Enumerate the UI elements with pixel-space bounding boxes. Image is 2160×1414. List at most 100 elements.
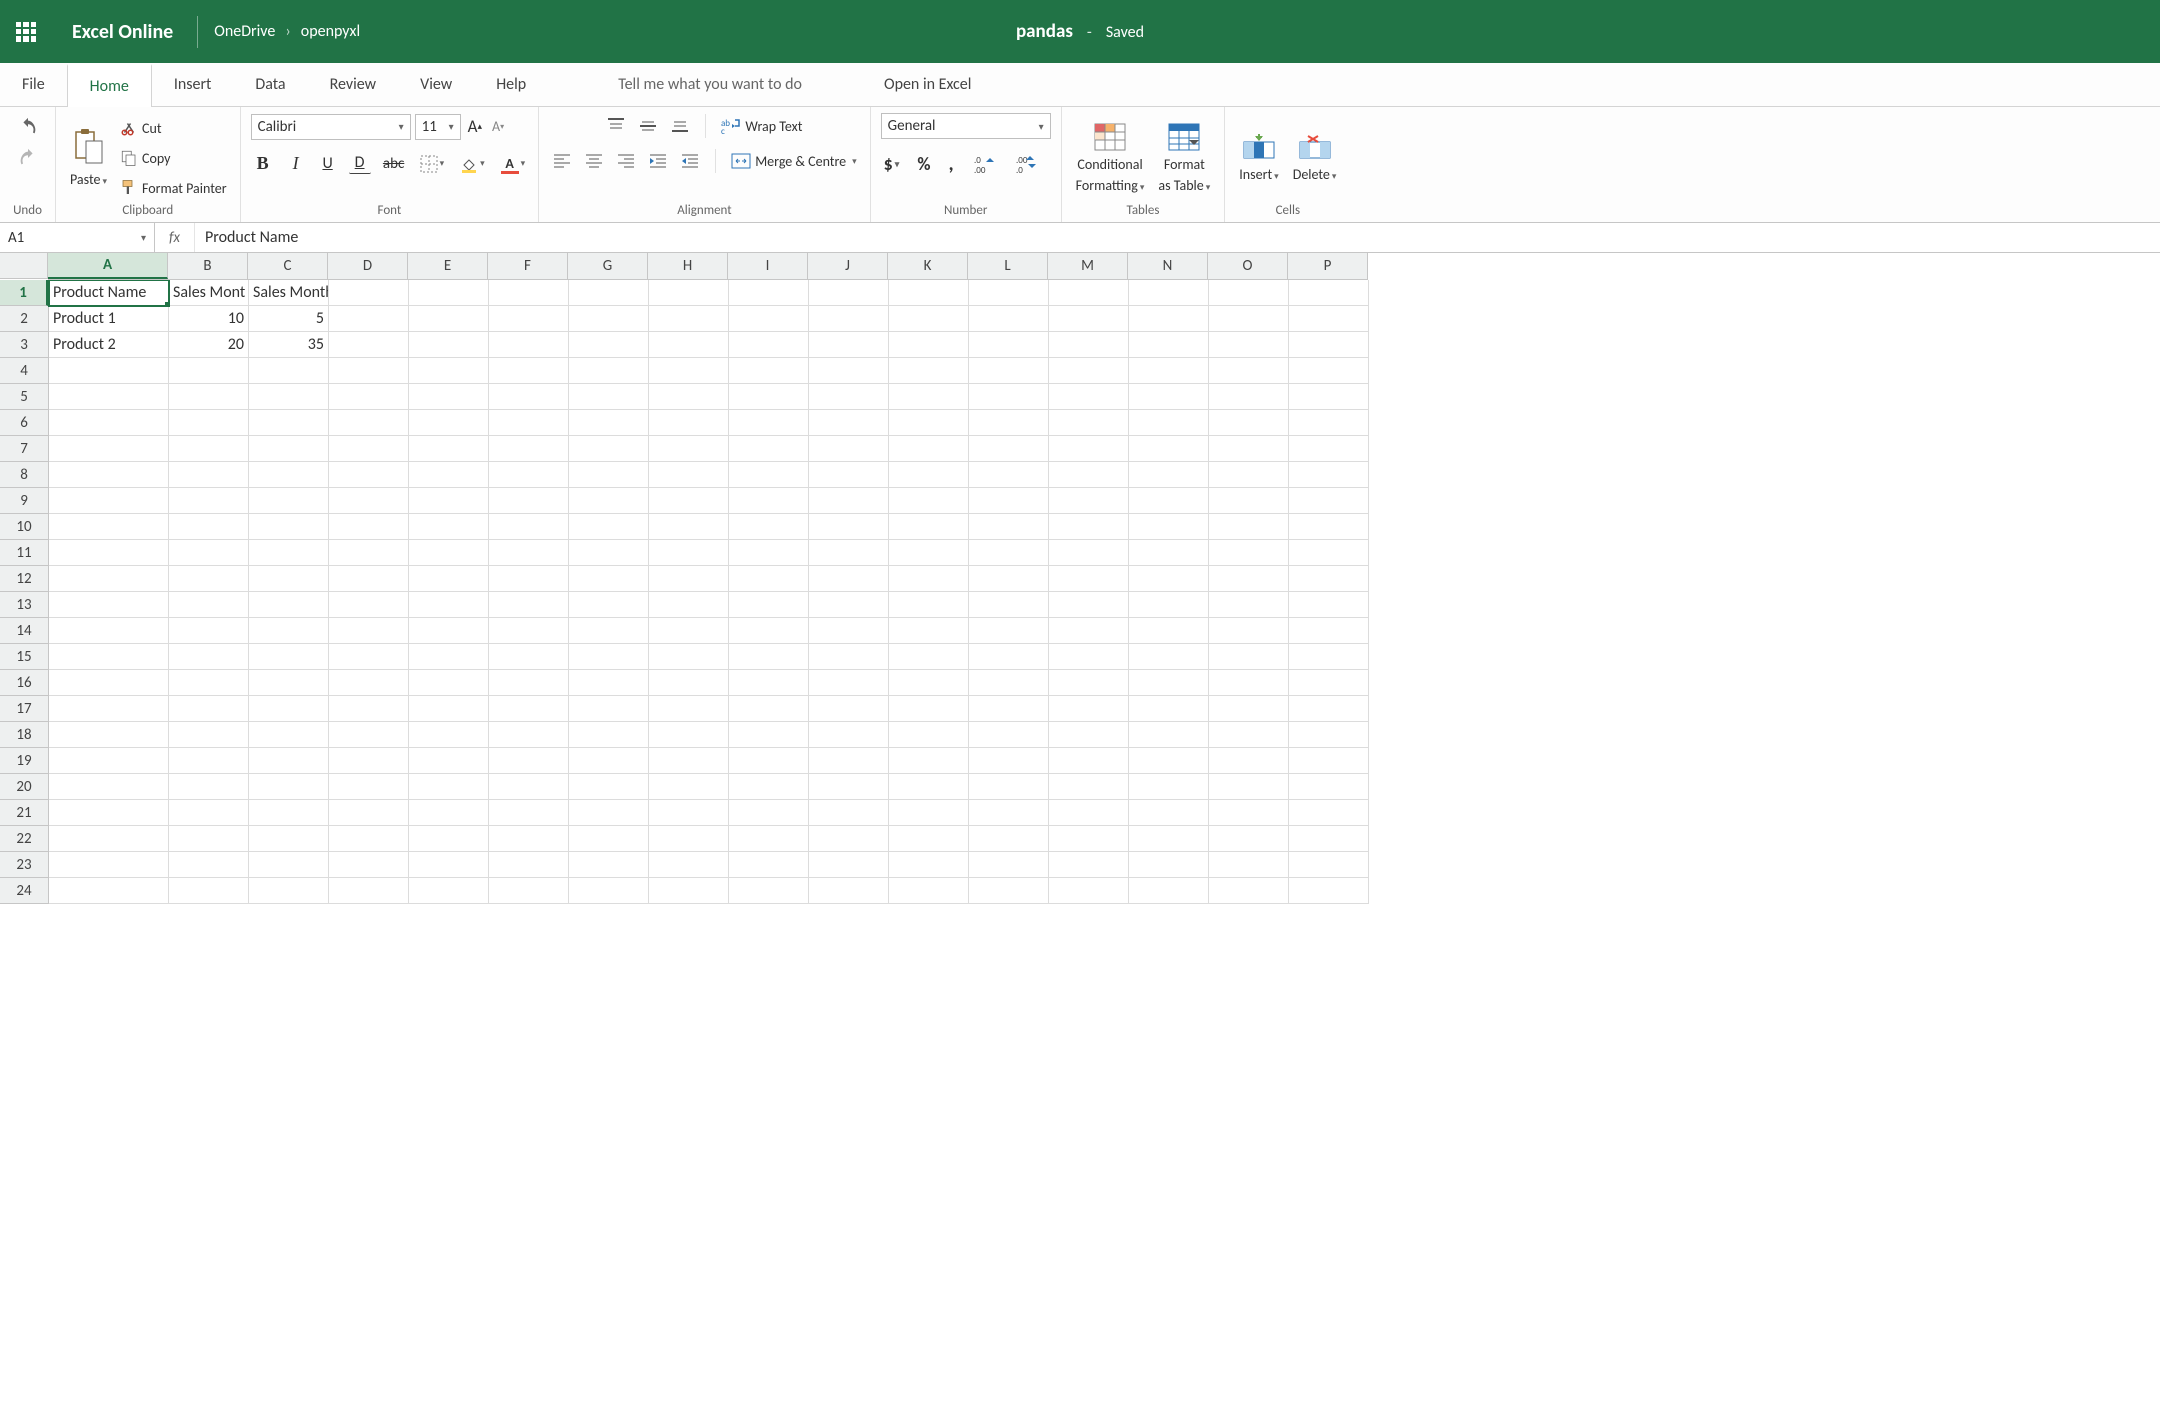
cell-N16[interactable]	[1129, 670, 1209, 696]
cell-M14[interactable]	[1049, 618, 1129, 644]
cell-D6[interactable]	[329, 410, 409, 436]
cell-O21[interactable]	[1209, 800, 1289, 826]
row-header-4[interactable]: 4	[0, 358, 48, 384]
cell-N1[interactable]	[1129, 280, 1209, 306]
cell-A3[interactable]: Product 2	[49, 332, 169, 358]
cell-G13[interactable]	[569, 592, 649, 618]
cell-H16[interactable]	[649, 670, 729, 696]
cell-N5[interactable]	[1129, 384, 1209, 410]
cell-H5[interactable]	[649, 384, 729, 410]
cell-P23[interactable]	[1289, 852, 1369, 878]
cell-I23[interactable]	[729, 852, 809, 878]
cell-O19[interactable]	[1209, 748, 1289, 774]
cell-F18[interactable]	[489, 722, 569, 748]
column-header-H[interactable]: H	[648, 253, 728, 279]
cell-G12[interactable]	[569, 566, 649, 592]
cell-D19[interactable]	[329, 748, 409, 774]
cut-button[interactable]: Cut	[117, 116, 165, 140]
cell-C5[interactable]	[249, 384, 329, 410]
cell-F14[interactable]	[489, 618, 569, 644]
cell-L22[interactable]	[969, 826, 1049, 852]
cell-J12[interactable]	[809, 566, 889, 592]
cell-K1[interactable]	[889, 280, 969, 306]
cell-O8[interactable]	[1209, 462, 1289, 488]
cell-A23[interactable]	[49, 852, 169, 878]
cell-E9[interactable]	[409, 488, 489, 514]
increase-decimal-button[interactable]: .0.00	[969, 151, 999, 177]
cell-K23[interactable]	[889, 852, 969, 878]
cell-E17[interactable]	[409, 696, 489, 722]
column-header-P[interactable]: P	[1288, 253, 1368, 279]
cell-B3[interactable]: 20	[169, 332, 249, 358]
cell-I4[interactable]	[729, 358, 809, 384]
cell-B2[interactable]: 10	[169, 306, 249, 332]
cell-J15[interactable]	[809, 644, 889, 670]
align-top-button[interactable]	[603, 113, 629, 139]
cell-I6[interactable]	[729, 410, 809, 436]
cell-C11[interactable]	[249, 540, 329, 566]
cell-O3[interactable]	[1209, 332, 1289, 358]
cell-C18[interactable]	[249, 722, 329, 748]
cell-I5[interactable]	[729, 384, 809, 410]
cell-M24[interactable]	[1049, 878, 1129, 904]
cell-N8[interactable]	[1129, 462, 1209, 488]
cell-J22[interactable]	[809, 826, 889, 852]
cell-D10[interactable]	[329, 514, 409, 540]
cell-G3[interactable]	[569, 332, 649, 358]
cell-N10[interactable]	[1129, 514, 1209, 540]
breadcrumb[interactable]: OneDrive › openpyxl	[214, 22, 360, 41]
wrap-text-button[interactable]: abc Wrap Text	[718, 114, 805, 138]
cell-E4[interactable]	[409, 358, 489, 384]
row-header-20[interactable]: 20	[0, 774, 48, 800]
select-all-corner[interactable]	[0, 253, 48, 279]
cell-N19[interactable]	[1129, 748, 1209, 774]
cell-P10[interactable]	[1289, 514, 1369, 540]
cell-C2[interactable]: 5	[249, 306, 329, 332]
cell-G11[interactable]	[569, 540, 649, 566]
cell-B6[interactable]	[169, 410, 249, 436]
cell-P24[interactable]	[1289, 878, 1369, 904]
cell-D4[interactable]	[329, 358, 409, 384]
strikethrough-button[interactable]: abc	[381, 152, 407, 176]
cell-J7[interactable]	[809, 436, 889, 462]
cell-J21[interactable]	[809, 800, 889, 826]
cell-L6[interactable]	[969, 410, 1049, 436]
cell-I18[interactable]	[729, 722, 809, 748]
cell-I7[interactable]	[729, 436, 809, 462]
cell-M1[interactable]	[1049, 280, 1129, 306]
cell-P11[interactable]	[1289, 540, 1369, 566]
cell-P5[interactable]	[1289, 384, 1369, 410]
cell-L1[interactable]	[969, 280, 1049, 306]
cell-E5[interactable]	[409, 384, 489, 410]
cell-M3[interactable]	[1049, 332, 1129, 358]
cell-E6[interactable]	[409, 410, 489, 436]
cell-K16[interactable]	[889, 670, 969, 696]
align-bottom-button[interactable]	[667, 113, 693, 139]
cell-O15[interactable]	[1209, 644, 1289, 670]
cell-D16[interactable]	[329, 670, 409, 696]
tab-review[interactable]: Review	[308, 63, 399, 106]
cell-M22[interactable]	[1049, 826, 1129, 852]
cell-G2[interactable]	[569, 306, 649, 332]
cell-I11[interactable]	[729, 540, 809, 566]
cell-K21[interactable]	[889, 800, 969, 826]
cell-D11[interactable]	[329, 540, 409, 566]
cell-J4[interactable]	[809, 358, 889, 384]
redo-button[interactable]	[14, 144, 42, 172]
fx-icon[interactable]: fx	[155, 223, 195, 252]
row-header-13[interactable]: 13	[0, 592, 48, 618]
cell-F12[interactable]	[489, 566, 569, 592]
cell-I15[interactable]	[729, 644, 809, 670]
column-header-G[interactable]: G	[568, 253, 648, 279]
cell-F4[interactable]	[489, 358, 569, 384]
cell-J5[interactable]	[809, 384, 889, 410]
cell-J17[interactable]	[809, 696, 889, 722]
cell-G6[interactable]	[569, 410, 649, 436]
borders-button[interactable]	[417, 152, 448, 176]
bold-button[interactable]: B	[251, 150, 275, 177]
cell-L9[interactable]	[969, 488, 1049, 514]
cell-N2[interactable]	[1129, 306, 1209, 332]
cell-M10[interactable]	[1049, 514, 1129, 540]
cell-K9[interactable]	[889, 488, 969, 514]
row-header-24[interactable]: 24	[0, 878, 48, 904]
